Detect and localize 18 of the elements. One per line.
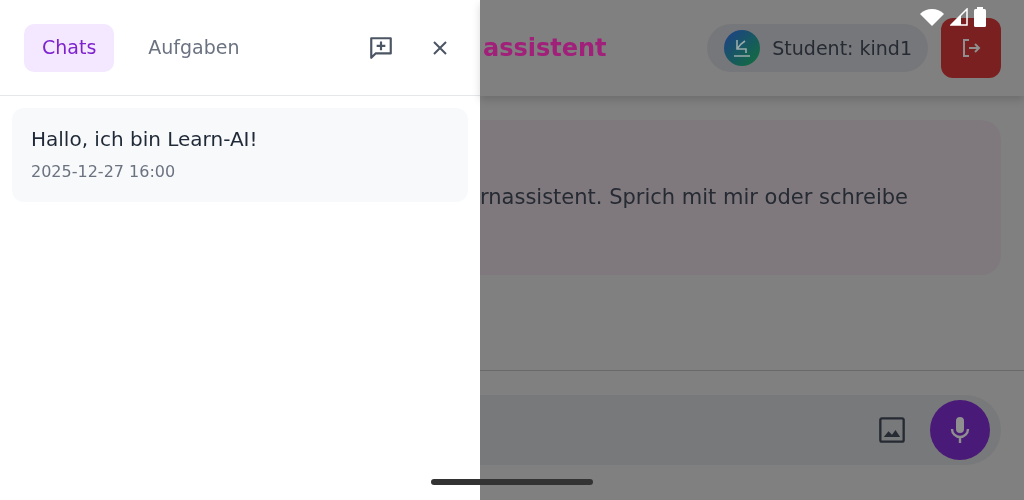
image-icon: [878, 416, 906, 444]
tab[interactable]: Chats: [24, 23, 115, 72]
logout-icon: [960, 37, 982, 59]
battery-icon: [974, 7, 986, 27]
chat-timestamp: 2025-12-27 16:00: [31, 161, 177, 183]
wifi-icon: [920, 8, 944, 26]
microphone-button[interactable]: [930, 400, 990, 460]
logout-button[interactable]: [941, 18, 1001, 78]
microphone-icon: [948, 415, 972, 445]
message-text: rnassistent. Sprich mit mir oder schreibe: [480, 183, 908, 211]
tab[interactable]: Aufgaben: [130, 23, 258, 72]
user-chip[interactable]: Student: kind1: [707, 24, 928, 72]
signal-icon: [950, 8, 968, 26]
app-title: assistent: [483, 33, 608, 64]
new-chat-icon: [368, 34, 394, 61]
user-label: Student: kind1: [772, 35, 912, 61]
chat-title: Hallo, ich bin Learn-AI!: [31, 126, 259, 153]
chat-item[interactable]: Hallo, ich bin Learn-AI! 2025-12-27 16:00: [12, 108, 468, 202]
